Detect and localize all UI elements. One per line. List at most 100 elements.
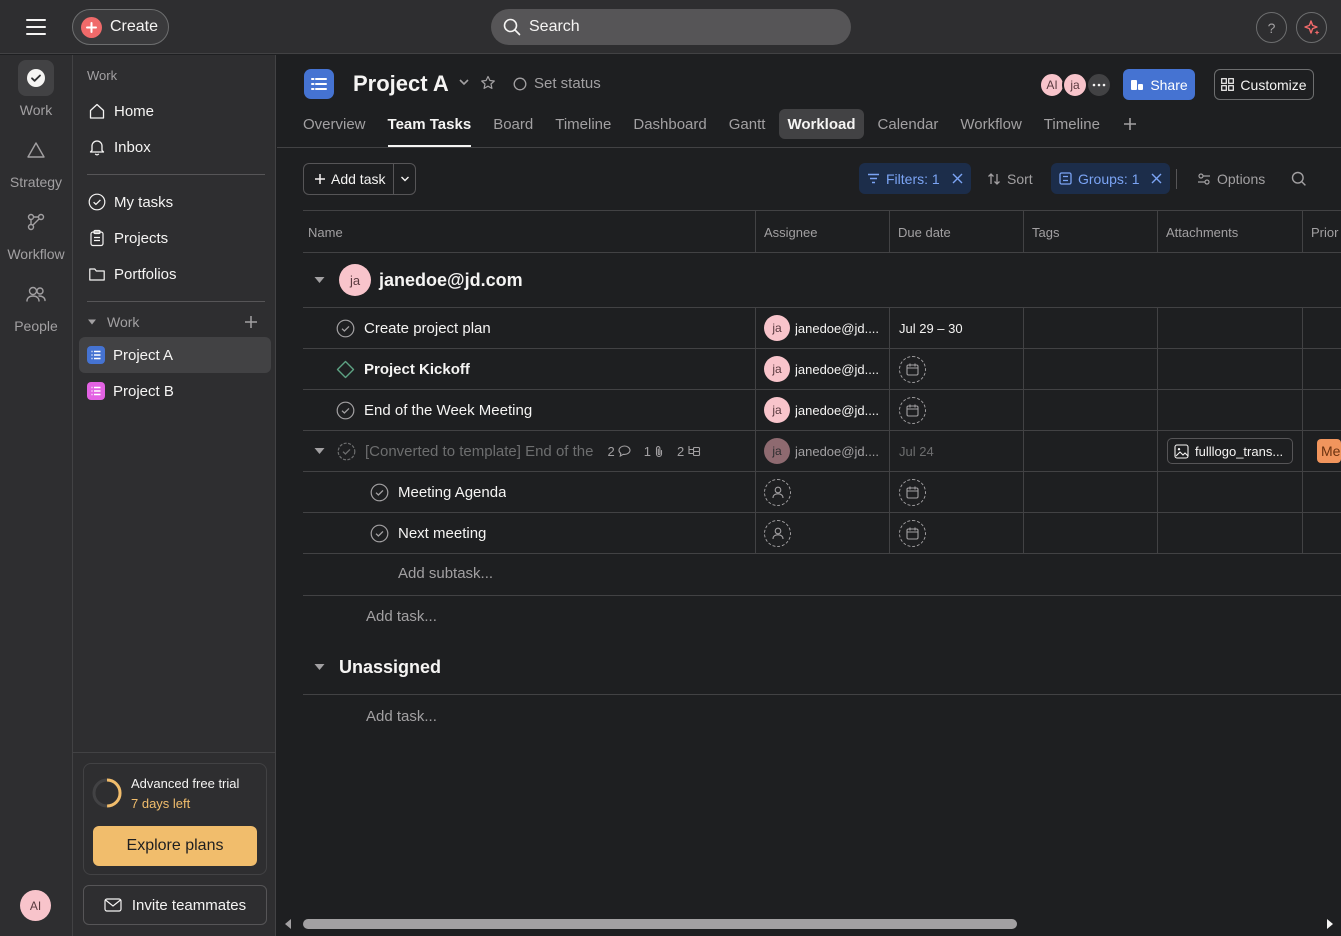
column-header-name[interactable]: Name [303, 211, 756, 253]
due-date-cell[interactable] [889, 472, 1024, 512]
complete-check-icon[interactable] [336, 319, 355, 338]
sidebar-item-project-b[interactable]: Project B [79, 373, 271, 409]
sort-button[interactable]: Sort [979, 163, 1041, 194]
sidebar-section-work[interactable]: Work [87, 310, 265, 334]
task-name[interactable]: Project Kickoff [364, 361, 470, 378]
column-header-attachments[interactable]: Attachments [1157, 211, 1303, 253]
tab-calendar[interactable]: Calendar [878, 109, 939, 147]
subtask-name[interactable]: Next meeting [398, 525, 486, 542]
calendar-icon[interactable] [899, 396, 926, 424]
scroll-right-arrow-icon[interactable] [1325, 918, 1335, 930]
calendar-icon[interactable] [899, 519, 926, 547]
tab-gantt[interactable]: Gantt [729, 109, 766, 147]
search-input[interactable]: Search [491, 9, 851, 45]
scrollbar-thumb[interactable] [303, 919, 1017, 929]
task-row[interactable]: [Converted to template] End of the 2 1 2… [303, 431, 1341, 472]
tab-dashboard[interactable]: Dashboard [633, 109, 706, 147]
complete-check-icon[interactable] [370, 483, 389, 502]
priority-cell[interactable]: Me [1302, 431, 1341, 471]
priority-cell[interactable] [1302, 349, 1341, 389]
task-row[interactable]: End of the Week Meeting ja janedoe@jd...… [303, 390, 1341, 431]
column-header-priority[interactable]: Prior [1302, 211, 1341, 253]
attachments-cell[interactable] [1157, 513, 1303, 553]
scroll-left-arrow-icon[interactable] [283, 918, 293, 930]
explore-plans-button[interactable]: Explore plans [93, 826, 257, 866]
horizontal-scrollbar[interactable] [277, 912, 1341, 936]
priority-cell[interactable] [1302, 390, 1341, 430]
sidebar-item-portfolios[interactable]: Portfolios [79, 256, 271, 292]
priority-cell[interactable] [1302, 308, 1341, 348]
attachment-chip[interactable]: fulllogo_trans... [1167, 438, 1293, 464]
task-name[interactable]: [Converted to template] End of the [365, 443, 593, 460]
tab-timeline[interactable]: Timeline [555, 109, 611, 147]
help-button[interactable]: ? [1256, 12, 1287, 43]
hamburger-menu-icon[interactable] [22, 16, 50, 38]
milestone-diamond-icon[interactable] [336, 360, 355, 379]
caret-down-icon[interactable] [303, 276, 335, 284]
subtask-name[interactable]: Meeting Agenda [398, 484, 506, 501]
assignee-cell[interactable]: ja janedoe@jd.... [755, 349, 890, 389]
invite-teammates-button[interactable]: Invite teammates [83, 885, 267, 925]
tab-team-tasks[interactable]: Team Tasks [387, 109, 471, 147]
caret-down-icon[interactable] [314, 447, 325, 455]
due-date-cell[interactable]: Jul 29 – 30 [889, 308, 1024, 348]
unassigned-person-icon[interactable] [764, 519, 791, 547]
calendar-icon[interactable] [899, 355, 926, 383]
clear-groups-close-icon[interactable] [1151, 173, 1162, 184]
tags-cell[interactable] [1023, 431, 1158, 471]
user-avatar[interactable]: AI [20, 890, 51, 921]
unassigned-person-icon[interactable] [764, 478, 791, 506]
priority-cell[interactable] [1302, 472, 1341, 512]
due-date-cell[interactable]: Jul 24 [889, 431, 1024, 471]
share-button[interactable]: Share [1123, 69, 1195, 100]
attachments-cell[interactable] [1157, 349, 1303, 389]
tags-cell[interactable] [1023, 308, 1158, 348]
assignee-cell[interactable] [755, 513, 890, 553]
complete-check-icon[interactable] [336, 401, 355, 420]
ai-assistant-button[interactable] [1296, 12, 1327, 43]
tags-cell[interactable] [1023, 390, 1158, 430]
add-task-inline-button[interactable]: Add task... [366, 708, 437, 725]
star-icon[interactable] [480, 75, 496, 91]
tab-workload[interactable]: Workload [779, 109, 864, 139]
groups-chip[interactable]: Groups: 1 [1051, 163, 1171, 194]
add-task-dropdown-button[interactable] [394, 164, 415, 194]
filters-chip[interactable]: Filters: 1 [859, 163, 971, 194]
priority-pill[interactable]: Me [1317, 439, 1341, 463]
rail-item-people[interactable]: People [0, 276, 72, 334]
tags-cell[interactable] [1023, 472, 1158, 512]
add-tab-plus-icon[interactable] [1122, 109, 1138, 132]
task-row[interactable]: Project Kickoff ja janedoe@jd.... [303, 349, 1341, 390]
calendar-icon[interactable] [899, 478, 926, 506]
search-icon[interactable] [1291, 171, 1307, 187]
sidebar-item-home[interactable]: Home [79, 93, 271, 129]
customize-button[interactable]: Customize [1214, 69, 1314, 100]
tab-workflow[interactable]: Workflow [960, 109, 1021, 147]
create-button[interactable]: Create [72, 9, 169, 45]
column-header-tags[interactable]: Tags [1023, 211, 1158, 253]
rail-item-workflow[interactable]: Workflow [0, 204, 72, 262]
add-subtask-button[interactable]: Add subtask... [398, 565, 493, 582]
set-status-button[interactable]: Set status [513, 75, 601, 92]
task-name[interactable]: Create project plan [364, 320, 491, 337]
add-project-plus-icon[interactable] [244, 315, 258, 329]
clear-filters-close-icon[interactable] [952, 173, 963, 184]
due-date-cell[interactable] [889, 390, 1024, 430]
due-date-cell[interactable] [889, 513, 1024, 553]
attachments-cell[interactable] [1157, 390, 1303, 430]
attachments-cell[interactable] [1157, 308, 1303, 348]
task-row[interactable]: Create project plan ja janedoe@jd.... Ju… [303, 308, 1341, 349]
add-task-inline-button[interactable]: Add task... [366, 608, 437, 625]
subtask-row[interactable]: Meeting Agenda [303, 472, 1341, 513]
task-name[interactable]: End of the Week Meeting [364, 402, 532, 419]
attachments-cell[interactable] [1157, 472, 1303, 512]
sidebar-item-my-tasks[interactable]: My tasks [79, 184, 271, 220]
rail-item-work[interactable]: Work [0, 60, 72, 118]
complete-check-icon[interactable] [337, 442, 356, 461]
attachments-cell[interactable]: fulllogo_trans... [1157, 431, 1303, 471]
tags-cell[interactable] [1023, 349, 1158, 389]
tab-timeline-2[interactable]: Timeline [1044, 109, 1100, 147]
column-header-due-date[interactable]: Due date [889, 211, 1024, 253]
assignee-cell[interactable]: ja janedoe@jd.... [755, 308, 890, 348]
tab-overview[interactable]: Overview [303, 109, 366, 147]
